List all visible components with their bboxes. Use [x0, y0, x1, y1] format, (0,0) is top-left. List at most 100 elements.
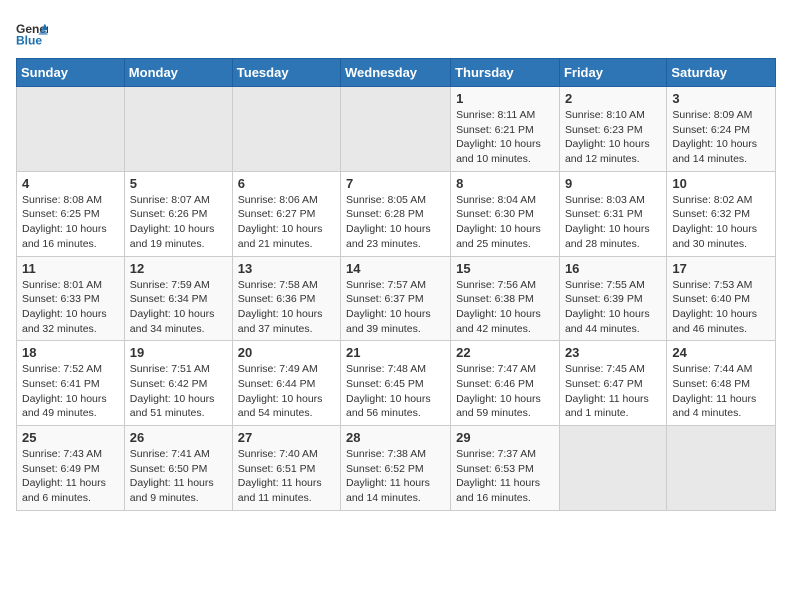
- day-info: Sunrise: 7:48 AM Sunset: 6:45 PM Dayligh…: [346, 362, 445, 421]
- day-info: Sunrise: 7:49 AM Sunset: 6:44 PM Dayligh…: [238, 362, 335, 421]
- day-number: 19: [130, 345, 227, 360]
- header-day-tuesday: Tuesday: [232, 59, 340, 87]
- day-number: 1: [456, 91, 554, 106]
- day-cell-empty: [232, 87, 340, 172]
- day-number: 25: [22, 430, 119, 445]
- day-number: 28: [346, 430, 445, 445]
- header-day-saturday: Saturday: [667, 59, 776, 87]
- day-cell-11: 11 Sunrise: 8:01 AM Sunset: 6:33 PM Dayli…: [17, 256, 125, 341]
- day-cell-6: 6 Sunrise: 8:06 AM Sunset: 6:27 PM Daylig…: [232, 171, 340, 256]
- calendar-table: SundayMondayTuesdayWednesdayThursdayFrid…: [16, 58, 776, 511]
- day-info: Sunrise: 7:38 AM Sunset: 6:52 PM Dayligh…: [346, 447, 445, 506]
- day-cell-27: 27 Sunrise: 7:40 AM Sunset: 6:51 PM Dayli…: [232, 426, 340, 511]
- header-day-monday: Monday: [124, 59, 232, 87]
- day-number: 26: [130, 430, 227, 445]
- day-number: 6: [238, 176, 335, 191]
- day-cell-29: 29 Sunrise: 7:37 AM Sunset: 6:53 PM Dayli…: [451, 426, 560, 511]
- week-row-2: 4 Sunrise: 8:08 AM Sunset: 6:25 PM Daylig…: [17, 171, 776, 256]
- day-cell-16: 16 Sunrise: 7:55 AM Sunset: 6:39 PM Dayli…: [559, 256, 666, 341]
- day-cell-14: 14Sunrise: 7:57 AM Sunset: 6:37 PM Dayli…: [341, 256, 451, 341]
- day-cell-5: 5 Sunrise: 8:07 AM Sunset: 6:26 PM Daylig…: [124, 171, 232, 256]
- day-cell-9: 9Sunrise: 8:03 AM Sunset: 6:31 PM Daylig…: [559, 171, 666, 256]
- svg-text:Blue: Blue: [16, 33, 42, 47]
- day-cell-26: 26 Sunrise: 7:41 AM Sunset: 6:50 PM Dayli…: [124, 426, 232, 511]
- day-cell-13: 13 Sunrise: 7:58 AM Sunset: 6:36 PM Dayli…: [232, 256, 340, 341]
- page: General Blue SundayMondayTuesdayWednesda…: [0, 0, 792, 521]
- day-cell-28: 28 Sunrise: 7:38 AM Sunset: 6:52 PM Dayli…: [341, 426, 451, 511]
- day-info: Sunrise: 7:56 AM Sunset: 6:38 PM Dayligh…: [456, 278, 554, 337]
- day-cell-empty: [667, 426, 776, 511]
- week-row-1: 1Sunrise: 8:11 AM Sunset: 6:21 PM Daylig…: [17, 87, 776, 172]
- day-number: 17: [672, 261, 770, 276]
- day-number: 10: [672, 176, 770, 191]
- day-info: Sunrise: 7:55 AM Sunset: 6:39 PM Dayligh…: [565, 278, 661, 337]
- day-cell-1: 1Sunrise: 8:11 AM Sunset: 6:21 PM Daylig…: [451, 87, 560, 172]
- header-day-friday: Friday: [559, 59, 666, 87]
- logo: General Blue: [16, 20, 48, 48]
- day-cell-empty: [559, 426, 666, 511]
- day-info: Sunrise: 7:44 AM Sunset: 6:48 PM Dayligh…: [672, 362, 770, 421]
- week-row-4: 18 Sunrise: 7:52 AM Sunset: 6:41 PM Dayli…: [17, 341, 776, 426]
- day-info: Sunrise: 8:09 AM Sunset: 6:24 PM Dayligh…: [672, 108, 770, 167]
- day-cell-3: 3 Sunrise: 8:09 AM Sunset: 6:24 PM Daylig…: [667, 87, 776, 172]
- day-info: Sunrise: 8:08 AM Sunset: 6:25 PM Dayligh…: [22, 193, 119, 252]
- week-row-3: 11 Sunrise: 8:01 AM Sunset: 6:33 PM Dayli…: [17, 256, 776, 341]
- day-number: 18: [22, 345, 119, 360]
- day-cell-12: 12 Sunrise: 7:59 AM Sunset: 6:34 PM Dayli…: [124, 256, 232, 341]
- day-number: 5: [130, 176, 227, 191]
- day-number: 24: [672, 345, 770, 360]
- day-number: 12: [130, 261, 227, 276]
- day-info: Sunrise: 7:58 AM Sunset: 6:36 PM Dayligh…: [238, 278, 335, 337]
- header-day-wednesday: Wednesday: [341, 59, 451, 87]
- day-cell-21: 21 Sunrise: 7:48 AM Sunset: 6:45 PM Dayli…: [341, 341, 451, 426]
- day-number: 21: [346, 345, 445, 360]
- day-info: Sunrise: 7:43 AM Sunset: 6:49 PM Dayligh…: [22, 447, 119, 506]
- day-cell-25: 25 Sunrise: 7:43 AM Sunset: 6:49 PM Dayli…: [17, 426, 125, 511]
- day-cell-23: 23Sunrise: 7:45 AM Sunset: 6:47 PM Dayli…: [559, 341, 666, 426]
- day-number: 9: [565, 176, 661, 191]
- day-number: 13: [238, 261, 335, 276]
- day-number: 15: [456, 261, 554, 276]
- generalblue-icon: General Blue: [16, 20, 48, 48]
- day-info: Sunrise: 7:37 AM Sunset: 6:53 PM Dayligh…: [456, 447, 554, 506]
- day-info: Sunrise: 7:51 AM Sunset: 6:42 PM Dayligh…: [130, 362, 227, 421]
- day-cell-22: 22Sunrise: 7:47 AM Sunset: 6:46 PM Dayli…: [451, 341, 560, 426]
- day-number: 27: [238, 430, 335, 445]
- day-number: 20: [238, 345, 335, 360]
- day-number: 11: [22, 261, 119, 276]
- day-info: Sunrise: 8:10 AM Sunset: 6:23 PM Dayligh…: [565, 108, 661, 167]
- day-info: Sunrise: 7:59 AM Sunset: 6:34 PM Dayligh…: [130, 278, 227, 337]
- header-day-sunday: Sunday: [17, 59, 125, 87]
- day-info: Sunrise: 8:06 AM Sunset: 6:27 PM Dayligh…: [238, 193, 335, 252]
- day-number: 16: [565, 261, 661, 276]
- day-cell-empty: [341, 87, 451, 172]
- day-number: 3: [672, 91, 770, 106]
- day-info: Sunrise: 7:41 AM Sunset: 6:50 PM Dayligh…: [130, 447, 227, 506]
- day-cell-20: 20 Sunrise: 7:49 AM Sunset: 6:44 PM Dayli…: [232, 341, 340, 426]
- day-cell-10: 10 Sunrise: 8:02 AM Sunset: 6:32 PM Dayli…: [667, 171, 776, 256]
- day-cell-empty: [124, 87, 232, 172]
- day-info: Sunrise: 7:45 AM Sunset: 6:47 PM Dayligh…: [565, 362, 661, 421]
- day-number: 4: [22, 176, 119, 191]
- day-info: Sunrise: 7:52 AM Sunset: 6:41 PM Dayligh…: [22, 362, 119, 421]
- day-info: Sunrise: 7:57 AM Sunset: 6:37 PM Dayligh…: [346, 278, 445, 337]
- day-number: 29: [456, 430, 554, 445]
- day-info: Sunrise: 7:40 AM Sunset: 6:51 PM Dayligh…: [238, 447, 335, 506]
- day-info: Sunrise: 8:02 AM Sunset: 6:32 PM Dayligh…: [672, 193, 770, 252]
- day-info: Sunrise: 7:47 AM Sunset: 6:46 PM Dayligh…: [456, 362, 554, 421]
- day-info: Sunrise: 8:07 AM Sunset: 6:26 PM Dayligh…: [130, 193, 227, 252]
- header-day-thursday: Thursday: [451, 59, 560, 87]
- day-info: Sunrise: 8:04 AM Sunset: 6:30 PM Dayligh…: [456, 193, 554, 252]
- day-number: 2: [565, 91, 661, 106]
- day-info: Sunrise: 8:05 AM Sunset: 6:28 PM Dayligh…: [346, 193, 445, 252]
- day-cell-18: 18 Sunrise: 7:52 AM Sunset: 6:41 PM Dayli…: [17, 341, 125, 426]
- day-cell-17: 17 Sunrise: 7:53 AM Sunset: 6:40 PM Dayli…: [667, 256, 776, 341]
- calendar-header: SundayMondayTuesdayWednesdayThursdayFrid…: [17, 59, 776, 87]
- day-cell-4: 4 Sunrise: 8:08 AM Sunset: 6:25 PM Daylig…: [17, 171, 125, 256]
- day-cell-8: 8Sunrise: 8:04 AM Sunset: 6:30 PM Daylig…: [451, 171, 560, 256]
- day-info: Sunrise: 7:53 AM Sunset: 6:40 PM Dayligh…: [672, 278, 770, 337]
- day-number: 7: [346, 176, 445, 191]
- day-cell-empty: [17, 87, 125, 172]
- day-info: Sunrise: 8:01 AM Sunset: 6:33 PM Dayligh…: [22, 278, 119, 337]
- calendar-body: 1Sunrise: 8:11 AM Sunset: 6:21 PM Daylig…: [17, 87, 776, 511]
